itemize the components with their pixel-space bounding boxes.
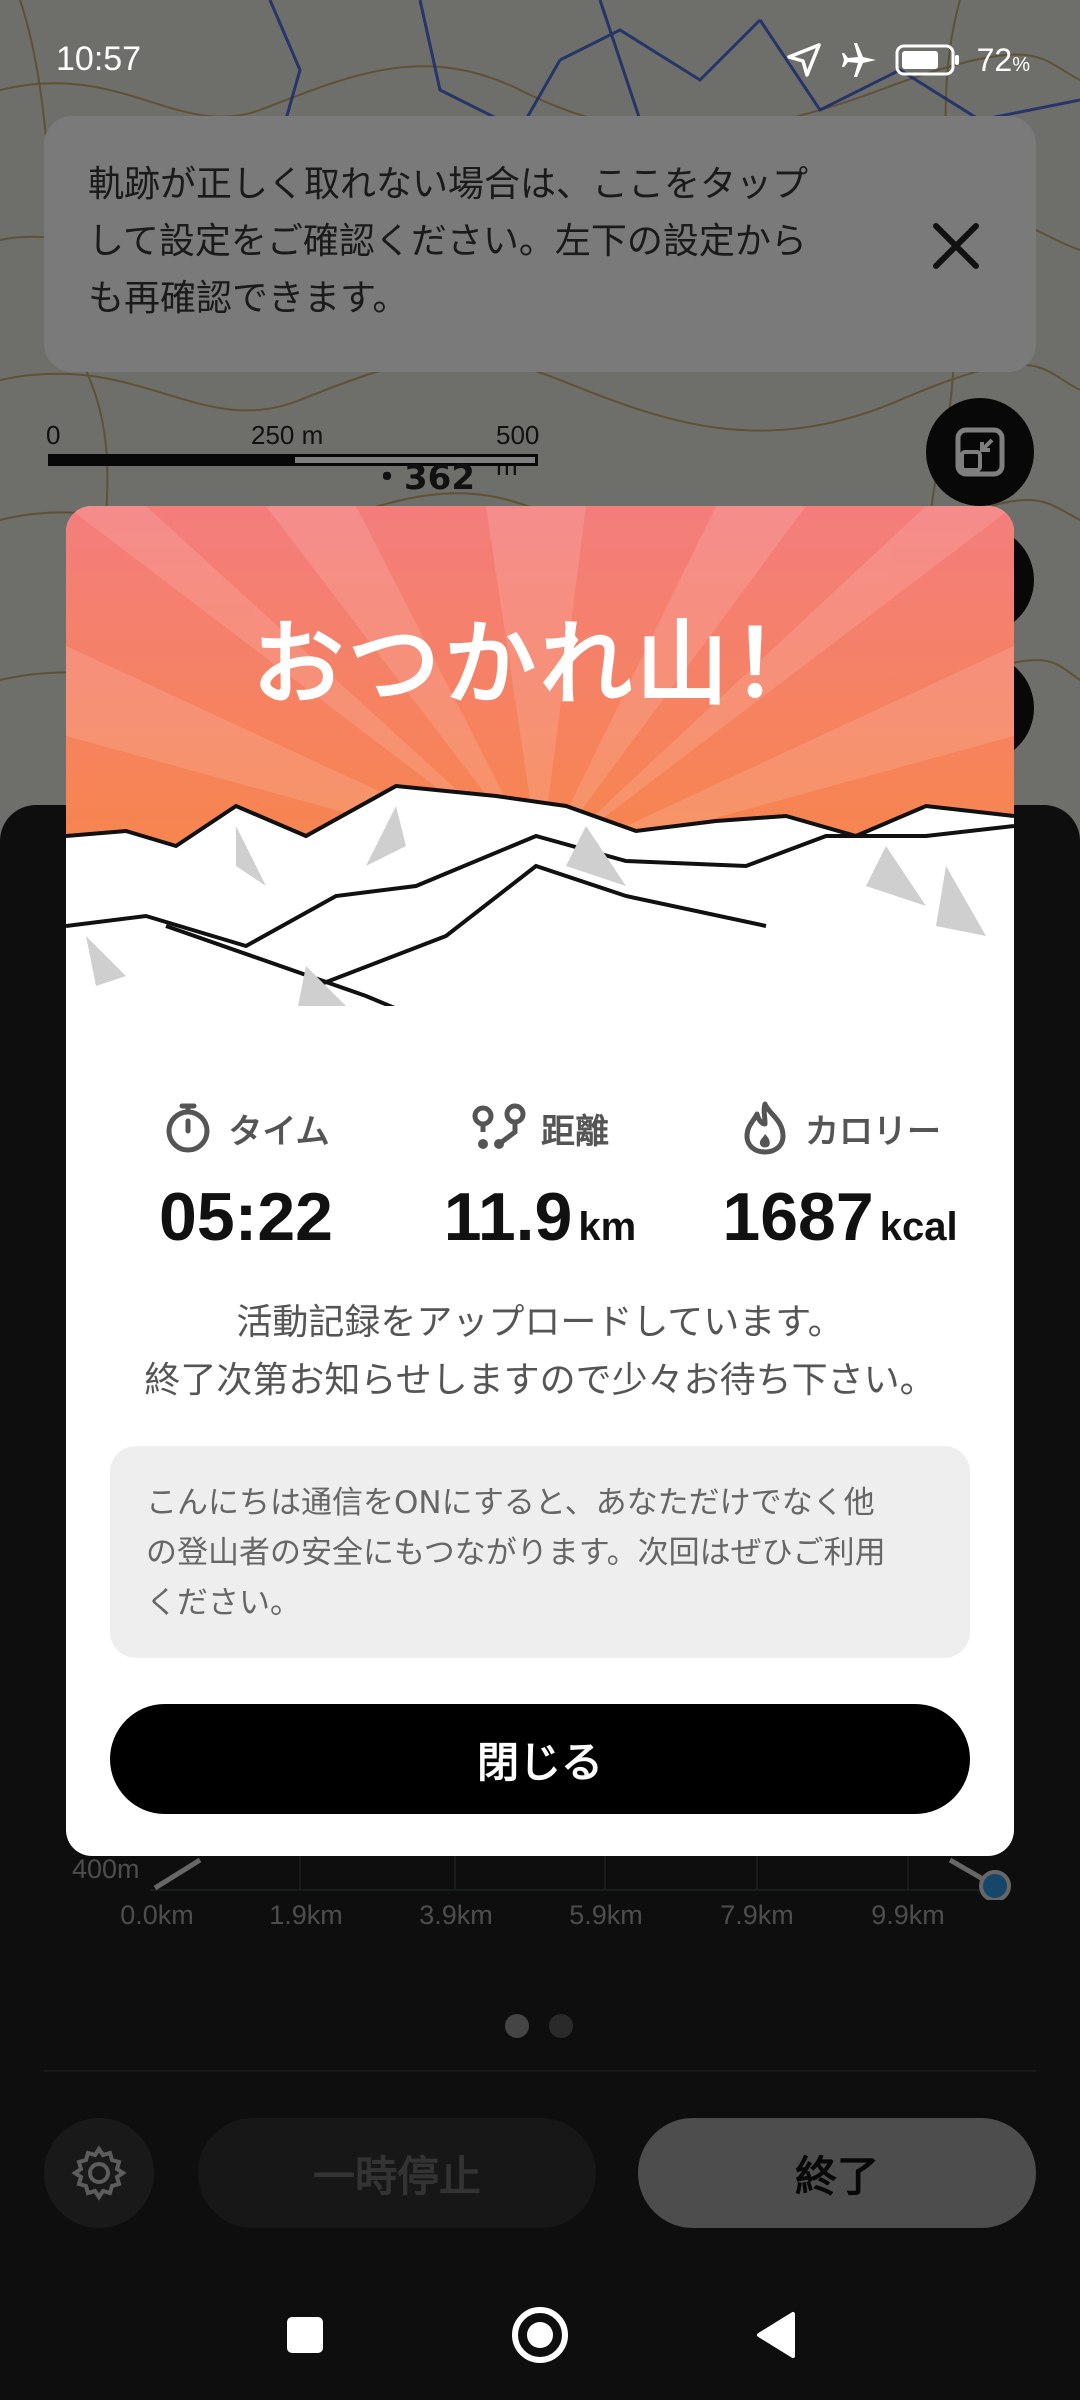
- flame-icon: [744, 1101, 786, 1155]
- completion-dialog: おつかれ山！ タイム 05:22 距離 11.9 km カロリー 1687 kc…: [66, 506, 1014, 1856]
- stat-distance-value: 11.9: [443, 1179, 573, 1255]
- stat-distance: 距離 11.9 km: [390, 1096, 690, 1256]
- mountain-sunburst-illustration: [66, 506, 1014, 1048]
- dialog-title: おつかれ山！: [251, 611, 828, 718]
- close-icon[interactable]: [926, 216, 986, 276]
- battery-value: 72: [976, 41, 1013, 78]
- connectivity-info-text: こんにちは通信をONにすると、あなただけでなく他 の登山者の安全にもつながります…: [146, 1485, 886, 1621]
- stat-calories: カロリー 1687 kcal: [690, 1096, 990, 1256]
- system-navigation-bar: [0, 2270, 1080, 2400]
- route-icon: [472, 1103, 526, 1149]
- location-arrow-icon: [786, 43, 821, 77]
- stat-distance-label: 距離: [541, 1111, 609, 1152]
- notice-text: 軌跡が正しく取れない場合は、ここをタップ して設定をご確認ください。左下の設定か…: [88, 164, 809, 319]
- stat-distance-unit: km: [578, 1205, 637, 1249]
- stat-time: タイム 05:22: [96, 1096, 396, 1256]
- battery-percentage: 72%: [977, 42, 1030, 79]
- stat-calories-unit: kcal: [879, 1205, 958, 1249]
- upload-status-message: 活動記録をアップロードしています。 終了次第お知らせしますので少々お待ち下さい。: [144, 1302, 936, 1401]
- stat-time-label: タイム: [228, 1111, 330, 1152]
- home-button[interactable]: [505, 2300, 575, 2370]
- stat-calories-label: カロリー: [805, 1111, 941, 1152]
- recent-apps-button[interactable]: [270, 2300, 340, 2370]
- stopwatch-icon: [166, 1103, 210, 1153]
- back-triangle-icon: [757, 2312, 795, 2358]
- stat-calories-value: 1687: [722, 1179, 874, 1255]
- status-time: 10:57: [56, 40, 142, 78]
- battery-icon: [895, 44, 959, 76]
- airplane-mode-icon: [841, 43, 876, 77]
- stat-time-value: 05:22: [159, 1179, 333, 1255]
- battery-unit: %: [1012, 53, 1030, 76]
- status-bar: 10:57 72%: [0, 0, 1080, 120]
- square-icon: [287, 2317, 323, 2353]
- back-button[interactable]: [740, 2300, 810, 2370]
- home-circle-icon: [512, 2307, 568, 2363]
- connectivity-info-box: こんにちは通信をONにすると、あなただけでなく他 の登山者の安全にもつながります…: [110, 1446, 970, 1658]
- dialog-header-illustration: おつかれ山！: [66, 506, 1014, 1048]
- tracking-notice-banner[interactable]: 軌跡が正しく取れない場合は、ここをタップ して設定をご確認ください。左下の設定か…: [44, 116, 1036, 372]
- close-dialog-button[interactable]: 閉じる: [110, 1704, 970, 1814]
